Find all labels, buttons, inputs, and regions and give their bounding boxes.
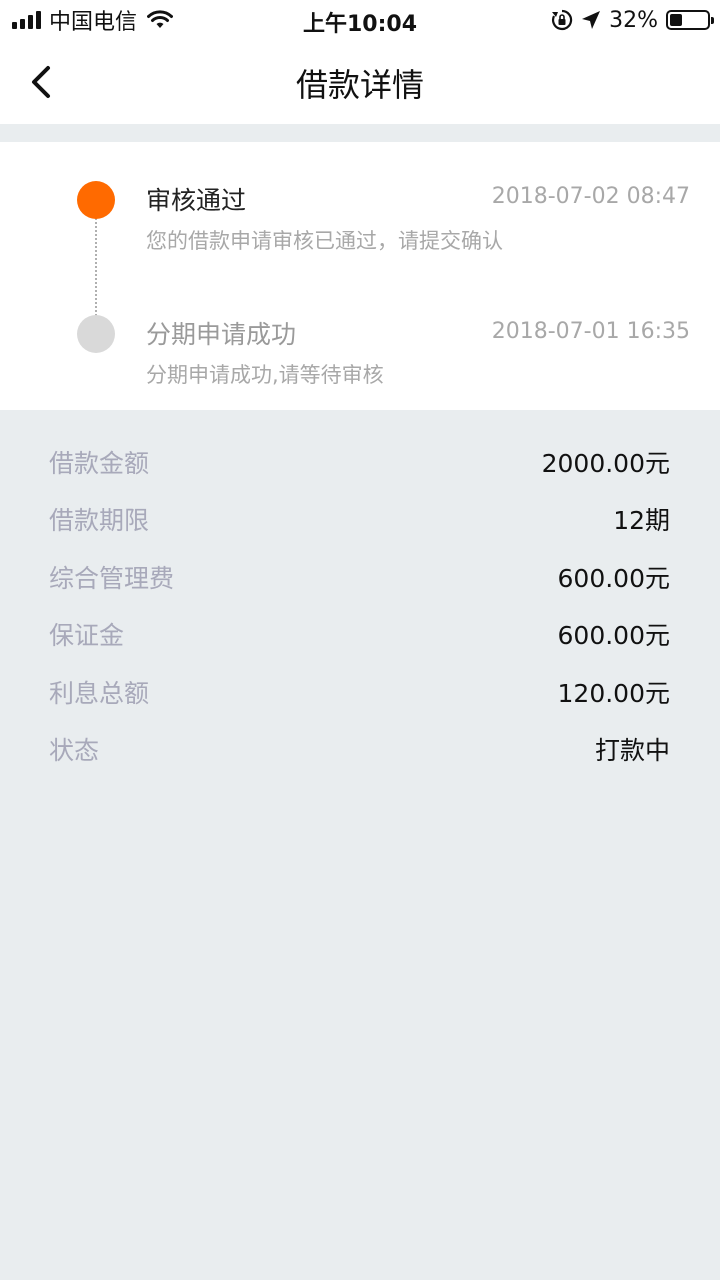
status-bar: 中国电信 上午10:04 32%	[0, 0, 720, 40]
timeline-step-title: 审核通过	[146, 186, 247, 215]
detail-label: 状态	[49, 736, 100, 765]
status-value: 打款中	[594, 736, 670, 765]
timeline-step-time: 2018-07-02 08:47	[491, 184, 690, 209]
detail-value: 120.00元	[557, 679, 670, 708]
detail-value: 2000.00元	[541, 449, 670, 478]
battery-icon	[666, 10, 714, 30]
detail-label: 借款金额	[49, 449, 150, 478]
rotation-lock-icon	[552, 9, 573, 31]
timeline-step-title: 分期申请成功	[146, 320, 297, 349]
nav-bar: 借款详情	[0, 40, 720, 124]
detail-label: 利息总额	[49, 679, 150, 708]
detail-value: 600.00元	[557, 621, 670, 650]
detail-row-loan-term: 借款期限 12期	[0, 501, 720, 541]
detail-label: 保证金	[49, 621, 125, 650]
detail-value: 600.00元	[557, 564, 670, 593]
detail-value: 12期	[613, 506, 670, 535]
detail-row-interest-total: 利息总额 120.00元	[0, 674, 720, 714]
detail-label: 综合管理费	[49, 564, 175, 593]
battery-percent: 32%	[609, 7, 658, 33]
detail-label: 借款期限	[49, 506, 150, 535]
timeline-dot-inactive	[77, 315, 115, 353]
timeline-step-time: 2018-07-01 16:35	[491, 319, 690, 344]
detail-row-loan-amount: 借款金额 2000.00元	[0, 444, 720, 484]
detail-row-status: 状态 打款中	[0, 731, 720, 771]
location-arrow-icon	[582, 11, 601, 29]
page-title: 借款详情	[295, 66, 424, 104]
detail-row-deposit: 保证金 600.00元	[0, 616, 720, 656]
timeline-step-desc: 分期申请成功,请等待审核	[146, 363, 384, 387]
status-right: 32%	[551, 6, 714, 34]
detail-row-management-fee: 综合管理费 600.00元	[0, 559, 720, 599]
timeline-dot-active	[77, 181, 115, 219]
timeline-connector	[95, 218, 97, 316]
timeline-step-desc: 您的借款申请审核已通过，请提交确认	[146, 229, 503, 253]
